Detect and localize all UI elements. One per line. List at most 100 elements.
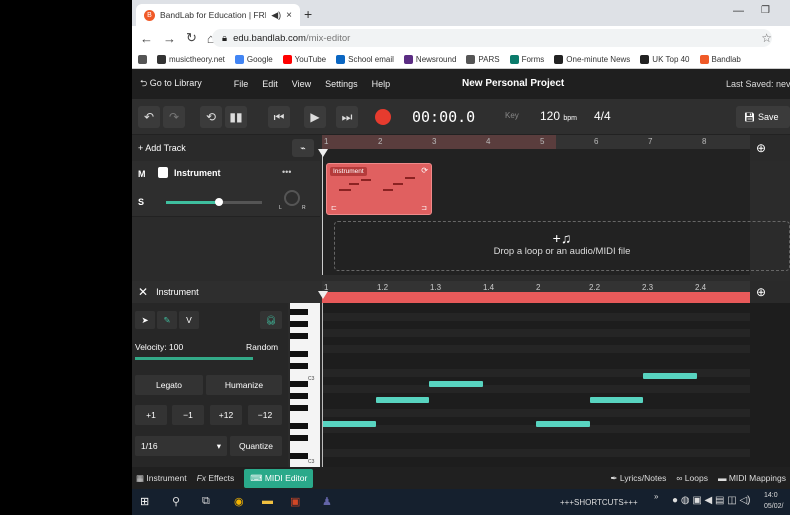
random-button[interactable]: Random: [246, 342, 278, 352]
bookmark-item[interactable]: musictheory.net: [157, 54, 225, 64]
midi-zoom-in-icon[interactable]: ⊕: [756, 285, 766, 299]
playhead[interactable]: [322, 150, 323, 275]
bookmark-item[interactable]: UK Top 40: [640, 54, 690, 64]
teams-icon[interactable]: ♟: [322, 495, 332, 508]
midi-editor-tab[interactable]: ⌨ MIDI Editor: [244, 468, 314, 488]
velocity-tool-button[interactable]: V: [179, 311, 199, 329]
tray-icons[interactable]: ● ◍ ▣ ◀ ▤ ◫ ◁): [672, 495, 751, 506]
bookmark-item[interactable]: PARS: [466, 54, 500, 64]
effects-tab[interactable]: Fx Effects: [197, 473, 235, 483]
instrument-tab[interactable]: ▦ Instrument: [136, 473, 187, 484]
project-title[interactable]: New Personal Project: [462, 78, 564, 89]
skip-forward-icon[interactable]: ⏭: [336, 106, 358, 128]
bookmark-item[interactable]: YouTube: [282, 54, 326, 64]
address-bar[interactable]: 🔒︎ edu.bandlab.com/mix-editor ☆: [212, 29, 772, 47]
midi-note[interactable]: [429, 381, 483, 387]
bookmark-star-icon[interactable]: ☆: [761, 31, 772, 45]
transpose-plus-1-button[interactable]: +1: [135, 405, 167, 425]
mute-button[interactable]: M: [138, 169, 146, 179]
pan-knob[interactable]: [284, 190, 300, 206]
undo-icon[interactable]: ↶: [138, 106, 160, 128]
transpose-minus-1-button[interactable]: −1: [172, 405, 204, 425]
task-view-icon[interactable]: ⧉: [202, 495, 210, 508]
menu-help[interactable]: Help: [372, 79, 391, 89]
pencil-tool-icon[interactable]: ✎: [157, 311, 177, 329]
midi-region[interactable]: Instrument ⟳ ⊏ ⊐: [326, 163, 432, 215]
region-loop-icon[interactable]: ⟳: [421, 166, 428, 175]
window-minimize-button[interactable]: —: [733, 5, 744, 17]
region-trim-left-icon[interactable]: ⊏: [331, 204, 337, 212]
timeline-ruler[interactable]: 1 2 3 4 5 6 7 8: [322, 135, 750, 149]
midi-note[interactable]: [589, 397, 643, 403]
save-button[interactable]: 💾︎ Save: [736, 106, 790, 128]
menu-edit[interactable]: Edit: [262, 79, 278, 89]
bookmark-item[interactable]: Newsround: [403, 54, 456, 64]
piano-keyboard[interactable]: C3 C3: [290, 303, 320, 467]
grid-size-select[interactable]: 1/16 ▾: [135, 436, 227, 456]
new-tab-button[interactable]: +: [304, 6, 312, 22]
select-tool-icon[interactable]: ➤: [135, 311, 155, 329]
powerpoint-icon[interactable]: ▣: [290, 495, 300, 508]
bookmark-item[interactable]: Forms: [509, 54, 544, 64]
key-selector[interactable]: Key: [505, 111, 519, 120]
bookmark-item[interactable]: Bandlab: [699, 54, 741, 64]
redo-icon[interactable]: ↷: [163, 106, 185, 128]
lyrics-notes-button[interactable]: ✒ Lyrics/Notes: [610, 473, 666, 484]
tuner-icon[interactable]: ⌁: [292, 139, 314, 157]
midi-note[interactable]: [643, 373, 697, 379]
skip-back-icon[interactable]: ⏮: [268, 106, 290, 128]
quantize-button[interactable]: Quantize: [230, 436, 282, 456]
bookmark-item[interactable]: School email: [336, 54, 394, 64]
humanize-button[interactable]: Humanize: [206, 375, 282, 395]
windows-start-icon[interactable]: ⊞: [140, 495, 149, 508]
time-signature[interactable]: 4/4: [594, 109, 611, 123]
transpose-minus-12-button[interactable]: −12: [248, 405, 282, 425]
track-more-button[interactable]: •••: [282, 167, 291, 177]
window-maximize-button[interactable]: ❐: [761, 5, 770, 16]
tab-close-icon[interactable]: ×: [286, 10, 292, 21]
volume-knob[interactable]: [214, 198, 223, 206]
bookmark-item[interactable]: One-minute News: [554, 54, 630, 64]
file-explorer-icon[interactable]: ▬: [262, 495, 273, 507]
midi-loop-bar[interactable]: [322, 292, 750, 303]
tempo-display[interactable]: 120 bpm: [540, 109, 577, 123]
back-icon[interactable]: ←: [140, 31, 153, 46]
close-midi-editor-icon[interactable]: ✕: [138, 285, 148, 299]
search-icon[interactable]: ⚲: [172, 495, 180, 508]
record-button[interactable]: [375, 109, 391, 125]
volume-slider[interactable]: [166, 198, 262, 206]
solo-button[interactable]: S: [138, 197, 144, 207]
midi-ruler[interactable]: 1 1.2 1.3 1.4 2 2.2 2.3 2.4: [322, 281, 750, 303]
headphones-icon[interactable]: 🎧︎: [260, 311, 282, 329]
midi-mappings-button[interactable]: ▬ MIDI Mappings: [718, 473, 786, 483]
velocity-slider[interactable]: [135, 357, 253, 360]
piano-roll[interactable]: [322, 303, 750, 467]
midi-playhead[interactable]: [322, 303, 323, 467]
add-track-button[interactable]: + Add Track: [138, 143, 186, 153]
browser-tab[interactable]: B BandLab for Education | FRE ◀) ×: [136, 4, 300, 26]
reload-icon[interactable]: ↻: [186, 30, 197, 46]
menu-file[interactable]: File: [234, 79, 249, 89]
apps-icon[interactable]: [138, 54, 147, 64]
playhead-handle[interactable]: [318, 149, 328, 157]
go-to-library-link[interactable]: ⮌ Go to Library: [140, 76, 202, 92]
overflow-chevron-icon[interactable]: »: [654, 492, 658, 501]
menu-view[interactable]: View: [292, 79, 311, 89]
chrome-icon[interactable]: ◉: [234, 495, 244, 508]
legato-button[interactable]: Legato: [135, 375, 203, 395]
track-row[interactable]: M S Instrument ••• L R: [132, 161, 320, 217]
midi-playhead-handle[interactable]: [318, 291, 328, 299]
midi-note[interactable]: [322, 421, 376, 427]
menu-settings[interactable]: Settings: [325, 79, 358, 89]
play-icon[interactable]: ▶: [304, 106, 326, 128]
loop-icon[interactable]: ⟲: [200, 106, 222, 128]
tab-audio-icon[interactable]: ◀): [271, 10, 281, 21]
bookmark-item[interactable]: Google: [234, 54, 273, 64]
midi-note[interactable]: [375, 397, 429, 403]
midi-note[interactable]: [536, 421, 590, 427]
loops-button[interactable]: ∞ Loops: [676, 473, 708, 483]
track-name[interactable]: Instrument: [174, 168, 221, 178]
region-trim-right-icon[interactable]: ⊐: [421, 204, 427, 212]
drop-zone[interactable]: +♫ Drop a loop or an audio/MIDI file: [334, 221, 790, 271]
shortcuts-toolbar[interactable]: +++SHORTCUTS+++: [560, 498, 638, 507]
